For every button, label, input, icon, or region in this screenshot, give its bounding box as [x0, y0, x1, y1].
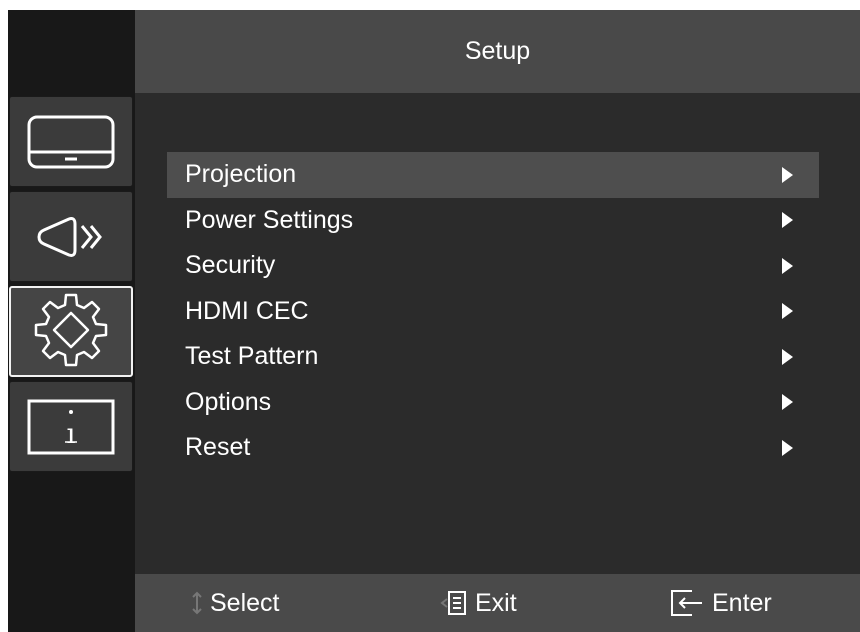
- menu-item-label: HDMI CEC: [185, 296, 309, 325]
- menu-item-label: Projection: [185, 160, 297, 189]
- info-icon: ı: [27, 399, 115, 454]
- hint-select: Select: [190, 574, 279, 632]
- sidebar-item-display[interactable]: [9, 96, 133, 187]
- svg-text:ı: ı: [67, 417, 76, 450]
- sidebar: ı: [8, 10, 135, 632]
- enter-icon: [671, 590, 702, 616]
- chevron-right-icon: [782, 303, 793, 320]
- footer-hints: Select Exit Enter: [135, 574, 860, 632]
- settings-menu: Projection Power Settings Security HDMI …: [167, 152, 819, 471]
- sidebar-item-setup[interactable]: [9, 286, 133, 377]
- chevron-right-icon: [782, 439, 793, 456]
- menu-item-test-pattern[interactable]: Test Pattern: [167, 334, 819, 380]
- menu-item-label: Power Settings: [185, 205, 354, 234]
- chevron-right-icon: [782, 166, 793, 183]
- exit-icon: [440, 591, 466, 615]
- chevron-right-icon: [782, 348, 793, 365]
- hint-select-label: Select: [210, 588, 280, 617]
- menu-item-power-settings[interactable]: Power Settings: [167, 198, 819, 244]
- hint-enter: Enter: [668, 574, 772, 632]
- osd-menu: ı Setup Projection Power Settings Securi…: [8, 10, 860, 632]
- sidebar-item-audio[interactable]: [9, 191, 133, 282]
- header-bar: Setup: [135, 10, 860, 93]
- menu-item-label: Reset: [185, 433, 251, 462]
- menu-item-label: Security: [185, 251, 276, 280]
- menu-item-label: Test Pattern: [185, 342, 319, 371]
- menu-item-projection[interactable]: Projection: [167, 152, 819, 198]
- menu-item-label: Options: [185, 387, 272, 416]
- gear-icon: [34, 293, 108, 366]
- chevron-right-icon: [782, 394, 793, 411]
- chevron-right-icon: [782, 257, 793, 274]
- speaker-icon: [37, 216, 102, 257]
- monitor-icon: [27, 115, 115, 168]
- up-down-arrow-icon: [192, 591, 202, 615]
- hint-exit: Exit: [439, 574, 517, 632]
- menu-item-security[interactable]: Security: [167, 243, 819, 289]
- hint-exit-label: Exit: [475, 588, 517, 617]
- page-title: Setup: [464, 37, 531, 65]
- menu-item-options[interactable]: Options: [167, 380, 819, 426]
- sidebar-item-info[interactable]: ı: [9, 381, 133, 472]
- menu-item-reset[interactable]: Reset: [167, 425, 819, 471]
- hint-enter-label: Enter: [712, 588, 772, 617]
- chevron-right-icon: [782, 212, 793, 229]
- menu-item-hdmi-cec[interactable]: HDMI CEC: [167, 289, 819, 335]
